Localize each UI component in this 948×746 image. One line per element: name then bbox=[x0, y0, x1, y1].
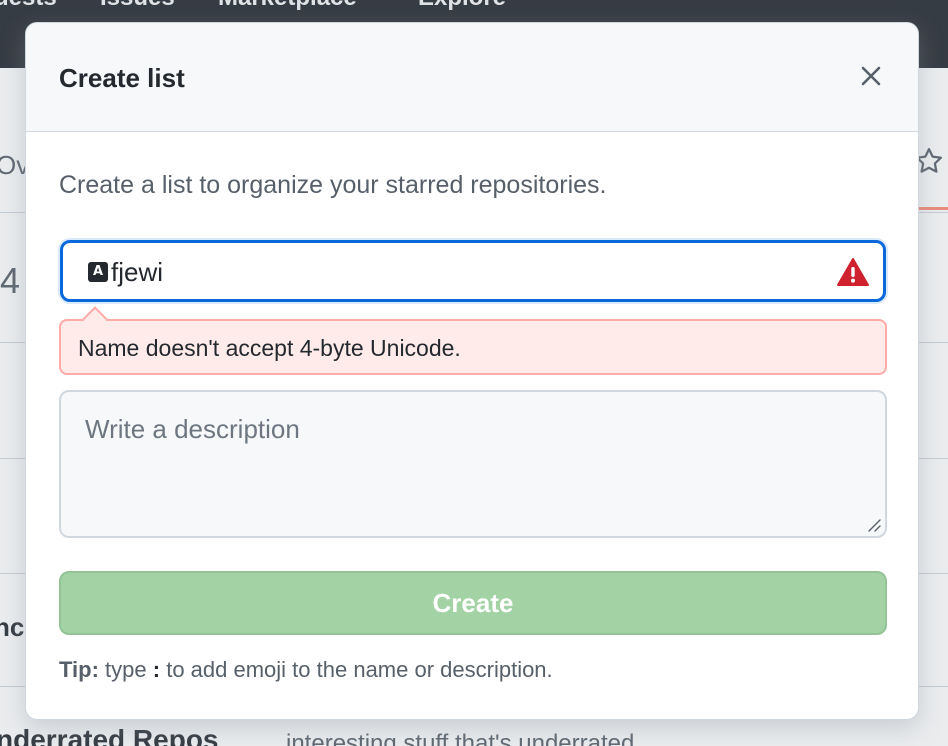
tip-after: to add emoji to the name or description. bbox=[166, 657, 553, 682]
dialog-title: Create list bbox=[59, 63, 185, 93]
dialog-intro-text: Create a list to organize your starred r… bbox=[59, 171, 607, 199]
list-name-field: A bbox=[60, 240, 886, 302]
validation-error: Name doesn't accept 4-byte Unicode. bbox=[59, 306, 887, 375]
description-field bbox=[59, 390, 887, 538]
description-textarea[interactable] bbox=[61, 392, 885, 536]
create-button[interactable]: Create bbox=[59, 571, 887, 635]
resize-handle-icon[interactable] bbox=[865, 516, 881, 532]
dialog-header: Create list bbox=[26, 23, 918, 132]
error-message: Name doesn't accept 4-byte Unicode. bbox=[78, 335, 461, 361]
close-button[interactable] bbox=[854, 59, 888, 93]
alert-triangle-icon bbox=[837, 258, 869, 286]
error-pointer bbox=[82, 306, 108, 332]
create-list-dialog: Create list Create a list to organize yo… bbox=[25, 22, 919, 720]
tip-before: type bbox=[105, 657, 147, 682]
tip-label: Tip: bbox=[59, 657, 99, 682]
x-icon bbox=[861, 66, 881, 86]
list-name-input[interactable] bbox=[111, 253, 811, 291]
tip-key: : bbox=[152, 657, 161, 682]
letter-a-glyph: A bbox=[88, 262, 108, 282]
tip-text: Tip: type : to add emoji to the name or … bbox=[59, 657, 553, 683]
